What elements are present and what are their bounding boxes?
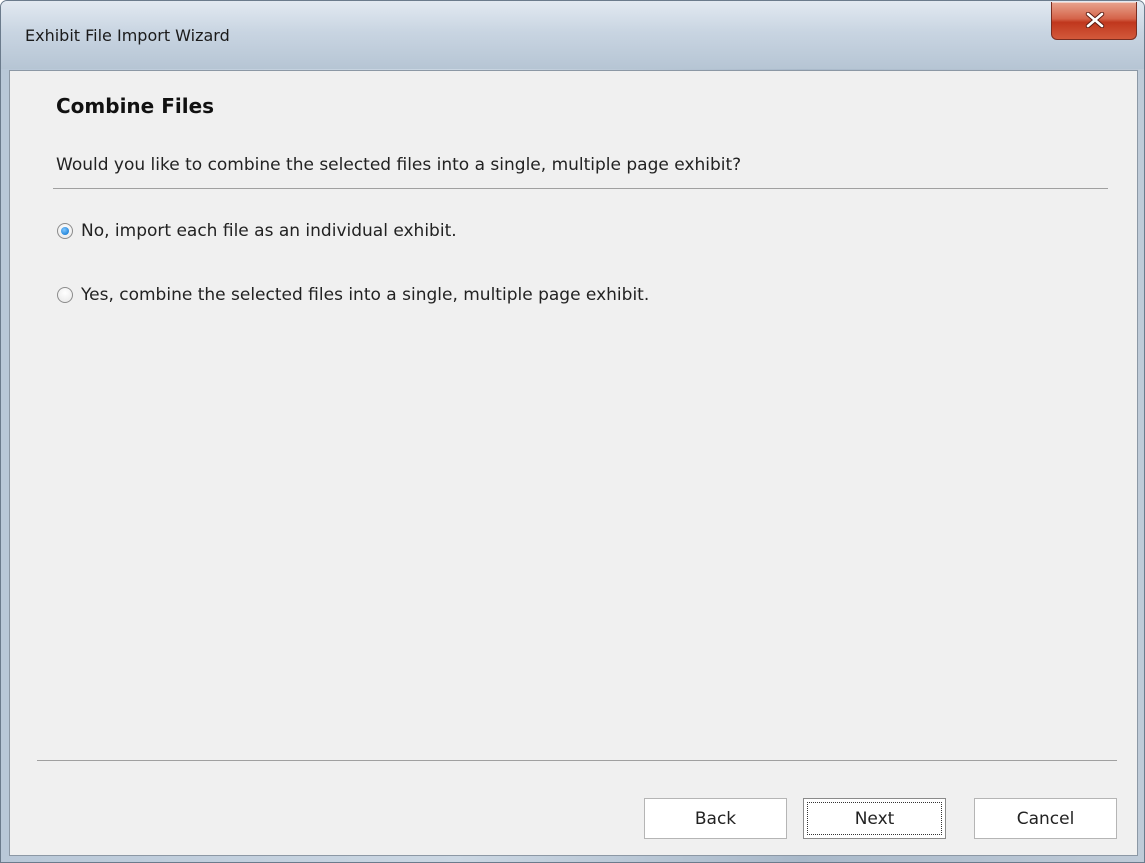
radio-button-checked[interactable] [57, 223, 73, 239]
back-button[interactable]: Back [644, 798, 787, 839]
wizard-content: Combine Files Would you like to combine … [9, 70, 1138, 856]
radio-option-individual[interactable]: No, import each file as an individual ex… [57, 219, 457, 243]
next-button-label: Next [854, 808, 895, 829]
close-icon [1085, 12, 1105, 28]
title-bar[interactable]: Exhibit File Import Wizard [1, 1, 1144, 69]
radio-label-combine[interactable]: Yes, combine the selected files into a s… [81, 285, 649, 305]
cancel-button[interactable]: Cancel [974, 798, 1117, 839]
window-title: Exhibit File Import Wizard [25, 26, 230, 45]
close-button[interactable] [1051, 2, 1137, 40]
next-button[interactable]: Next [803, 798, 946, 839]
radio-button-unchecked[interactable] [57, 287, 73, 303]
wizard-window: Exhibit File Import Wizard Combine Files… [0, 0, 1145, 863]
radio-option-combine[interactable]: Yes, combine the selected files into a s… [57, 283, 649, 307]
header-divider [53, 188, 1108, 189]
page-title: Combine Files [56, 94, 215, 118]
radio-label-individual[interactable]: No, import each file as an individual ex… [81, 221, 457, 241]
question-text: Would you like to combine the selected f… [56, 155, 742, 175]
footer-divider [37, 760, 1117, 761]
